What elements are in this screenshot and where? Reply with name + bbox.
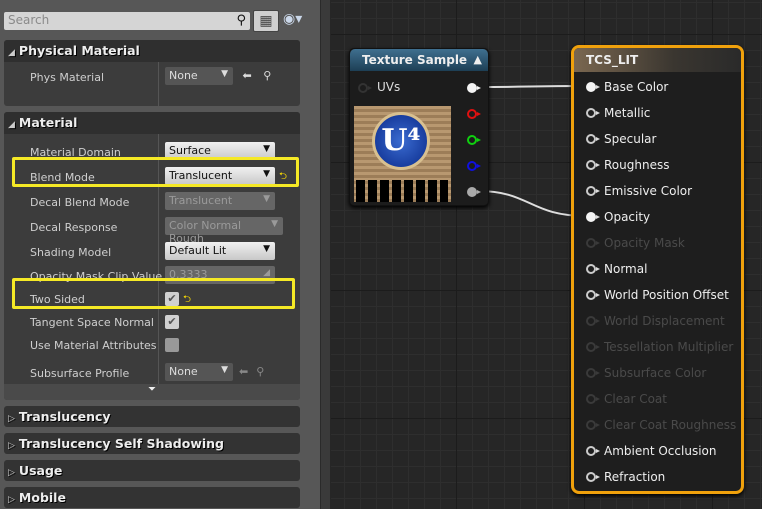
input-pin[interactable] — [586, 316, 600, 326]
input-pin[interactable] — [586, 212, 600, 222]
output-pin-b[interactable] — [467, 161, 481, 171]
input-label: Tessellation Multiplier — [604, 340, 734, 354]
input-pin[interactable] — [586, 264, 600, 274]
node-title: Texture Sample ▲ — [350, 49, 488, 71]
wire-alpha-opacity — [477, 190, 587, 217]
input-label: Normal — [604, 262, 648, 276]
collapse-triangle-icon[interactable]: ▲ — [474, 53, 482, 66]
input-label: Clear Coat Roughness — [604, 418, 737, 432]
input-label: Subsurface Color — [604, 366, 707, 380]
input-pin[interactable] — [586, 290, 600, 300]
output-pin-a[interactable] — [467, 187, 481, 197]
input-pin[interactable] — [586, 134, 600, 144]
texture-sample-node[interactable]: Texture Sample ▲ UVs U⁴ — [349, 48, 489, 206]
wire-rgb-basecolor — [477, 85, 587, 88]
input-label: Base Color — [604, 80, 669, 94]
material-result-node[interactable]: TCS_LIT Base Color Metallic Specular Roughn… — [571, 45, 744, 494]
output-pin-g[interactable] — [467, 135, 481, 145]
input-pin[interactable] — [586, 82, 600, 92]
texture-thumbnail: U⁴ — [354, 106, 451, 202]
input-label: Refraction — [604, 470, 666, 484]
input-pin[interactable] — [586, 472, 600, 482]
input-pin[interactable] — [586, 342, 600, 352]
output-pin-rgb[interactable] — [467, 83, 481, 93]
uvs-label: UVs — [377, 80, 401, 94]
input-pin[interactable] — [586, 238, 600, 248]
input-label: Clear Coat — [604, 392, 667, 406]
input-label: Metallic — [604, 106, 651, 120]
output-pin-r[interactable] — [467, 109, 481, 119]
input-pin[interactable] — [586, 160, 600, 170]
input-label: Emissive Color — [604, 184, 693, 198]
input-label: Ambient Occlusion — [604, 444, 717, 458]
input-pin[interactable] — [586, 446, 600, 456]
input-label: World Position Offset — [604, 288, 729, 302]
input-pin[interactable] — [586, 186, 600, 196]
input-label: World Displacement — [604, 314, 725, 328]
input-label: Roughness — [604, 158, 670, 172]
input-pin[interactable] — [586, 420, 600, 430]
input-pin[interactable] — [586, 108, 600, 118]
node-title: TCS_LIT — [574, 48, 741, 72]
input-pin[interactable] — [586, 368, 600, 378]
input-label: Specular — [604, 132, 657, 146]
input-pin[interactable] — [586, 394, 600, 404]
uvs-input-pin[interactable] — [358, 83, 372, 93]
input-label: Opacity — [604, 210, 651, 224]
input-label: Opacity Mask — [604, 236, 685, 250]
